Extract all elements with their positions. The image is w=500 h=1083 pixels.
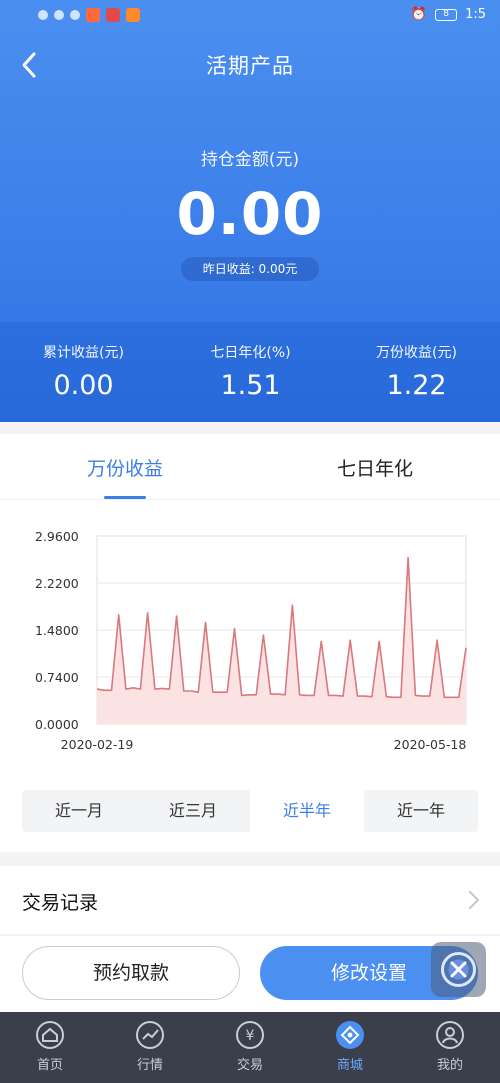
tab-per-ten-thousand[interactable]: 万份收益 — [0, 454, 250, 481]
trade-record-label: 交易记录 — [22, 892, 99, 914]
period-half-year[interactable]: 近半年 — [250, 790, 364, 832]
chart-y-tick-label: 0.0000 — [35, 717, 79, 732]
holding-amount: 0.00 — [176, 180, 324, 248]
nav-label: 行情 — [136, 1058, 163, 1073]
page-title: 活期产品 — [206, 54, 294, 78]
chart-svg: 2.9600 2.2200 1.4800 0.7400 0.0000 2020-02-19… — [35, 529, 467, 752]
home-icon — [36, 1021, 64, 1049]
period-selector: 近一月 近三月 近半年 近一年 — [22, 790, 478, 832]
floating-tool-button[interactable] — [431, 942, 486, 997]
period-one-month[interactable]: 近一月 — [22, 790, 136, 832]
nav-home[interactable]: 首页 — [0, 1020, 100, 1073]
chart-y-tick-label: 1.4800 — [35, 623, 79, 638]
status-time: 1:5 — [465, 7, 486, 22]
stat-label: 万份收益(元) — [376, 345, 457, 361]
yesterday-earnings-badge: 昨日收益: 0.00元 — [181, 257, 319, 281]
app-notification-icon — [126, 8, 140, 22]
user-icon — [436, 1021, 464, 1049]
hero-header: ⏰ 8 1:5 活期产品 持仓金额(元) 0.00 昨日收益: 0.00元 累计… — [0, 0, 500, 422]
notification-icon — [54, 10, 64, 20]
chart-y-tick-label: 2.2200 — [35, 576, 79, 591]
stat-per-ten-thousand: 万份收益(元) 1.22 — [333, 342, 500, 401]
earnings-chart: 2.9600 2.2200 1.4800 0.7400 0.0000 2020-02-19… — [0, 514, 500, 764]
chart-card: 万份收益 七日年化 2.9600 2.2200 1.4800 0.7400 0.0000… — [0, 434, 500, 852]
stat-value: 0.00 — [53, 370, 114, 401]
chevron-right-icon — [469, 891, 479, 909]
stats-row: 累计收益(元) 0.00 七日年化(%) 1.51 万份收益(元) 1.22 — [0, 322, 500, 422]
svg-text:¥: ¥ — [246, 1028, 255, 1044]
trade-record-row[interactable]: 交易记录 — [0, 866, 500, 934]
period-one-year[interactable]: 近一年 — [364, 790, 478, 832]
chart-y-tick-label: 0.7400 — [35, 670, 79, 685]
nav-market[interactable]: 行情 — [100, 1020, 200, 1073]
action-bar: 预约取款 修改设置 — [0, 936, 500, 1012]
mall-icon — [336, 1021, 364, 1049]
notification-icon — [70, 10, 80, 20]
tool-gear-icon — [441, 952, 476, 987]
period-three-months[interactable]: 近三月 — [136, 790, 250, 832]
tab-indicator — [104, 496, 146, 499]
nav-mall[interactable]: 商城 — [300, 1020, 400, 1073]
stat-value: 1.51 — [220, 370, 281, 401]
status-bar: ⏰ 8 1:5 — [0, 0, 500, 34]
chart-x-tick-label: 2020-02-19 — [61, 737, 134, 752]
battery-icon: 8 — [435, 8, 458, 21]
nav-label: 交易 — [236, 1058, 263, 1073]
chart-y-tick-label: 2.9600 — [35, 529, 79, 544]
yuan-icon: ¥ — [236, 1021, 264, 1049]
notification-icon — [38, 10, 48, 20]
stat-value: 1.22 — [386, 370, 447, 401]
stat-label: 累计收益(元) — [43, 345, 124, 361]
tab-seven-day[interactable]: 七日年化 — [250, 454, 500, 481]
stat-seven-day: 七日年化(%) 1.51 — [167, 342, 334, 401]
app-notification-icon — [86, 8, 100, 22]
withdraw-button[interactable]: 预约取款 — [22, 946, 240, 1000]
bottom-nav: 首页 行情 ¥ 交易 商城 我的 — [0, 1012, 500, 1083]
status-notifications — [38, 8, 140, 22]
chart-tabs: 万份收益 七日年化 — [0, 434, 500, 500]
nav-label: 首页 — [36, 1058, 63, 1073]
nav-label: 商城 — [336, 1058, 363, 1073]
stat-label: 七日年化(%) — [210, 345, 291, 361]
nav-profile[interactable]: 我的 — [400, 1020, 500, 1073]
app-notification-icon — [106, 8, 120, 22]
stat-cumulative: 累计收益(元) 0.00 — [0, 342, 167, 401]
nav-label: 我的 — [436, 1058, 463, 1073]
chart-x-tick-label: 2020-05-18 — [394, 737, 467, 752]
holding-label: 持仓金额(元) — [200, 150, 300, 170]
status-system: ⏰ 8 1:5 — [411, 7, 486, 22]
chart-icon — [136, 1021, 164, 1049]
alarm-icon: ⏰ — [410, 7, 428, 22]
nav-trade[interactable]: ¥ 交易 — [200, 1020, 300, 1073]
